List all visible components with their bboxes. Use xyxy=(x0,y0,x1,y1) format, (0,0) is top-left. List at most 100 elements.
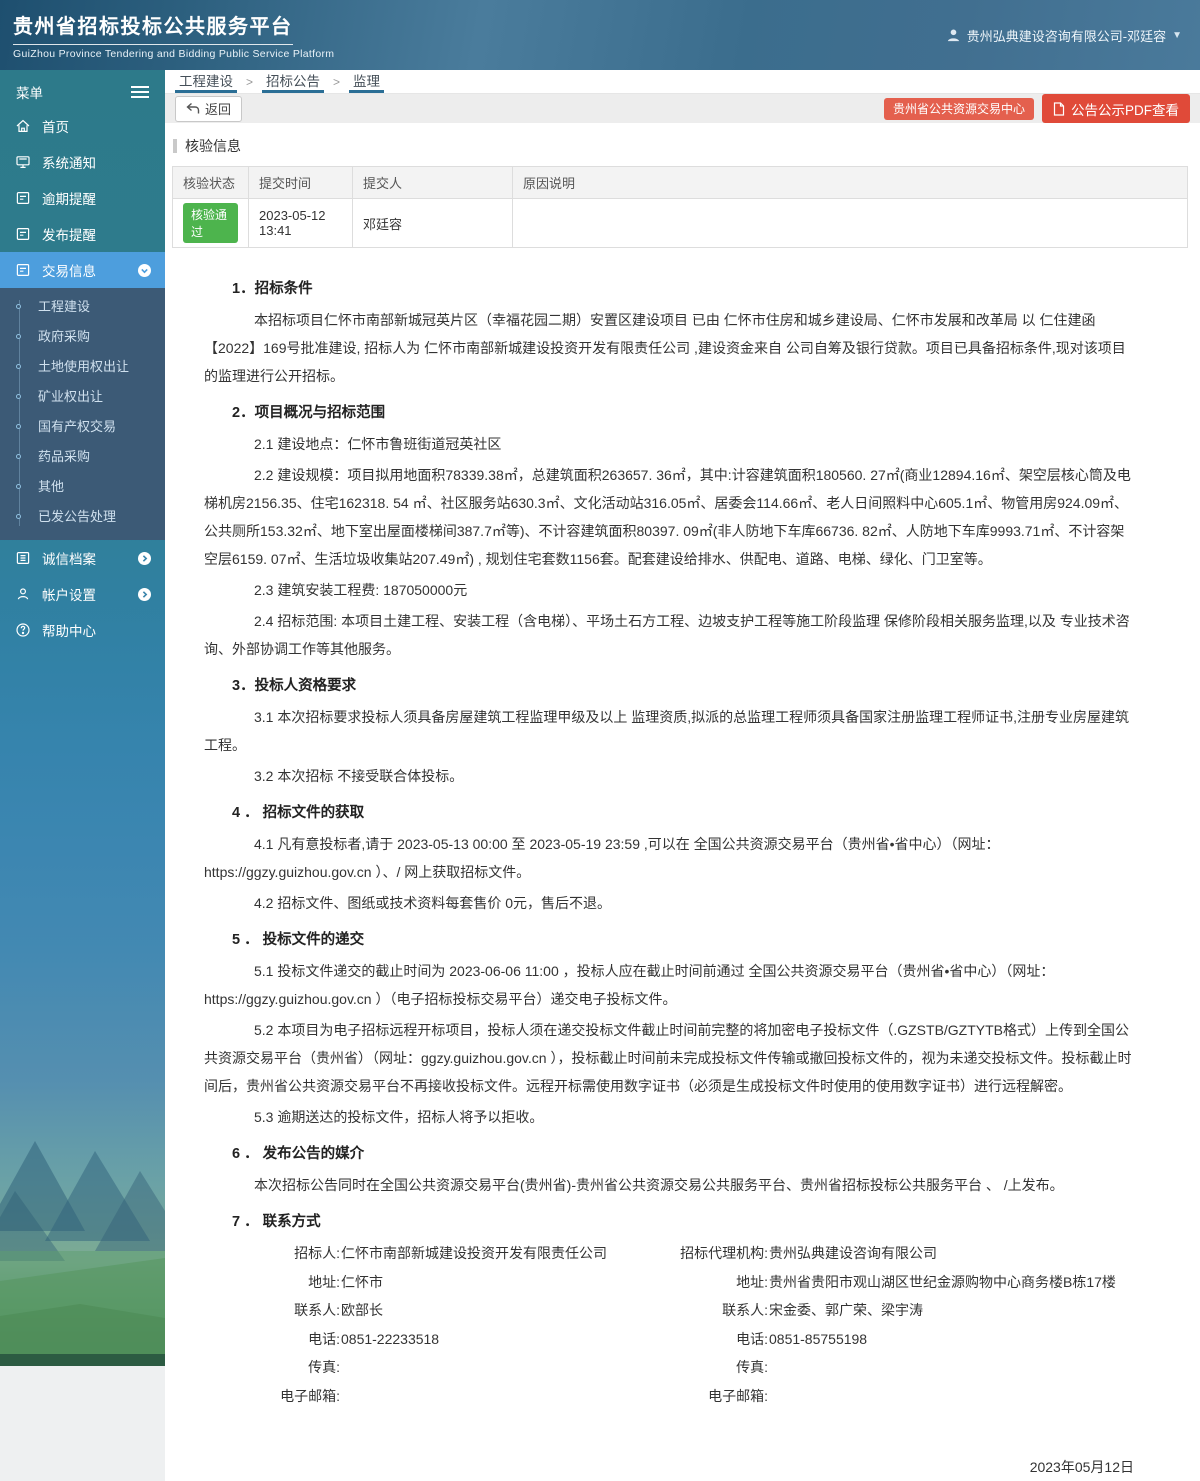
form-icon xyxy=(15,262,31,278)
contact-line: 电话: 0851-22233518 xyxy=(204,1325,640,1354)
submenu-label: 其他 xyxy=(38,479,65,494)
hamburger-icon[interactable] xyxy=(131,85,149,99)
submenu-item-other[interactable]: 其他 xyxy=(0,472,165,502)
breadcrumb-item-construction[interactable]: 工程建设 xyxy=(175,70,237,93)
contact-line: 联系人: 欧部长 xyxy=(204,1296,640,1325)
submenu-label: 工程建设 xyxy=(38,299,91,314)
sidebar-item-credit-archive[interactable]: 诚信档案 xyxy=(0,540,165,576)
user-menu[interactable]: 贵州弘典建设咨询有限公司-邓廷容 ▼ xyxy=(946,26,1200,45)
user-icon xyxy=(946,28,961,43)
doc-heading: 4 ． 招标文件的获取 xyxy=(232,805,365,821)
submenu-item-land-use[interactable]: 土地使用权出让 xyxy=(0,352,165,382)
toolbar: 返回 贵州省公共资源交易中心 公告公示PDF查看 xyxy=(165,94,1200,123)
sidebar-item-publish-reminder[interactable]: 发布提醒 xyxy=(0,216,165,252)
sidebar-item-label: 帐户设置 xyxy=(42,588,96,603)
bullet-icon xyxy=(16,454,21,459)
list-icon xyxy=(15,550,31,566)
contact-value: 仁怀市南部新城建设投资开发有限责任公司 xyxy=(341,1245,607,1261)
status-badge: 核验通过 xyxy=(183,203,238,243)
contact-value: 仁怀市 xyxy=(341,1273,383,1290)
col-header-submitter: 提交人 xyxy=(352,166,513,199)
section-marker xyxy=(173,139,177,153)
submenu-label: 药品采购 xyxy=(38,449,91,464)
cell-status: 核验通过 xyxy=(172,198,249,248)
contact-value xyxy=(768,1353,1134,1382)
contact-label: 电话: xyxy=(308,1330,340,1347)
sidebar-item-label: 交易信息 xyxy=(42,264,96,279)
app-subtitle: GuiZhou Province Tendering and Bidding P… xyxy=(13,48,335,60)
contact-value: 宋金委、郭广荣、梁宇涛 xyxy=(769,1302,923,1318)
contact-value xyxy=(768,1382,1134,1411)
section-title-text: 核验信息 xyxy=(185,138,241,154)
submenu-item-mining-rights[interactable]: 矿业权出让 xyxy=(0,382,165,412)
submenu-item-state-property[interactable]: 国有产权交易 xyxy=(0,412,165,442)
sidebar-item-trade-info[interactable]: 交易信息 xyxy=(0,252,165,288)
sidebar-item-account-settings[interactable]: 帐户设置 xyxy=(0,576,165,612)
chevron-right-circle-icon xyxy=(138,551,151,565)
contact-label: 招标代理机构: xyxy=(680,1245,768,1261)
page: 贵州省招标投标公共服务平台 GuiZhou Province Tendering… xyxy=(0,0,1200,1481)
cell-time: 2023-05-12 13:41 xyxy=(248,198,353,248)
contact-value: 0851-85755198 xyxy=(769,1330,868,1347)
doc-paragraph: 2.4 招标范围: 本项目土建工程、安装工程（含电梯）、平场土石方工程、边坡支护… xyxy=(204,613,1130,657)
shell: 菜单 首页 系统通知 逾期提醒 发布提醒 交易信息 工程建设 政府采购 土地使用… xyxy=(0,70,1200,1481)
contact-value: 贵州省贵阳市观山湖区世纪金源购物中心商务楼B栋17楼 xyxy=(769,1273,1116,1290)
doc-paragraph: 4.1 凡有意投标者,请于 2023-05-13 00:00 至 2023-05… xyxy=(204,836,1000,880)
sidebar-item-label: 帮助中心 xyxy=(42,624,96,639)
breadcrumb-item-tender-notice[interactable]: 招标公告 xyxy=(262,70,325,93)
contact-line: 联系人: 宋金委、郭广荣、梁宇涛 xyxy=(640,1296,1134,1325)
person-icon xyxy=(15,586,31,602)
home-icon xyxy=(15,118,31,134)
bullet-icon xyxy=(16,484,21,489)
notice-document: 1．招标条件 本招标项目仁怀市南部新城冠英片区（幸福花园二期）安置区建设项目 已… xyxy=(204,276,1134,1481)
sidebar-submenu: 工程建设 政府采购 土地使用权出让 矿业权出让 国有产权交易 药品采购 其他 已… xyxy=(0,288,165,540)
contact-label: 联系人: xyxy=(294,1302,340,1318)
submenu-label: 矿业权出让 xyxy=(38,389,104,404)
back-button[interactable]: 返回 xyxy=(175,95,243,122)
contact-value: 贵州弘典建设咨询有限公司 xyxy=(769,1245,937,1261)
form-icon xyxy=(15,226,31,242)
submenu-item-construction[interactable]: 工程建设 xyxy=(0,292,165,322)
contact-label: 电话: xyxy=(736,1330,768,1347)
submenu-item-drug-procurement[interactable]: 药品采购 xyxy=(0,442,165,472)
sidebar-item-overdue-reminder[interactable]: 逾期提醒 xyxy=(0,180,165,216)
doc-paragraph: 本次招标公告同时在全国公共资源交易平台(贵州省)-贵州省公共资源交易公共服务平台… xyxy=(254,1177,1064,1193)
submenu-item-gov-procurement[interactable]: 政府采购 xyxy=(0,322,165,352)
doc-paragraph: 5.3 逾期送达的投标文件，招标人将予以拒收。 xyxy=(254,1109,544,1125)
bullet-icon xyxy=(16,394,21,399)
sidebar-item-notices[interactable]: 系统通知 xyxy=(0,144,165,180)
tenderer-contact-column: 招标人: 仁怀市南部新城建设投资开发有限责任公司 地址: 仁怀市 联系人: 欧部长 电… xyxy=(204,1239,640,1410)
user-name: 贵州弘典建设咨询有限公司-邓廷容 xyxy=(966,28,1167,44)
chevron-down-icon: ▼ xyxy=(1172,29,1182,41)
bullet-icon xyxy=(16,514,21,519)
pdf-file-icon xyxy=(1053,101,1065,116)
sidebar-landscape-image xyxy=(0,1141,165,1366)
contact-value xyxy=(340,1353,640,1382)
doc-paragraph: 4.2 招标文件、图纸或技术资料每套售价 0元，售后不退。 xyxy=(254,895,612,911)
contact-line: 传真: xyxy=(204,1353,640,1382)
sidebar-item-home[interactable]: 首页 xyxy=(0,108,165,144)
chevron-down-circle-icon xyxy=(138,263,151,277)
doc-heading: 5 ． 投标文件的递交 xyxy=(232,932,365,948)
breadcrumb-item-supervision[interactable]: 监理 xyxy=(349,70,385,93)
sidebar-item-help-center[interactable]: 帮助中心 xyxy=(0,612,165,648)
sidebar-item-label: 诚信档案 xyxy=(42,552,96,567)
form-icon xyxy=(15,190,31,206)
doc-paragraph: 5.1 投标文件递交的截止时间为 2023-06-06 11:00 ，投标人应在… xyxy=(204,963,1055,1007)
toolbar-right: 贵州省公共资源交易中心 公告公示PDF查看 xyxy=(883,94,1190,123)
contact-line: 招标代理机构: 贵州弘典建设咨询有限公司 xyxy=(640,1239,1134,1268)
submenu-item-published-notices[interactable]: 已发公告处理 xyxy=(0,502,165,532)
contact-label: 招标人: xyxy=(294,1245,340,1261)
contact-info: 招标人: 仁怀市南部新城建设投资开发有限责任公司 地址: 仁怀市 联系人: 欧部长 电… xyxy=(204,1239,1134,1410)
breadcrumb-separator: > xyxy=(333,74,341,89)
doc-paragraph: 5.2 本项目为电子招标远程开标项目，投标人须在递交投标文件截止时间前完整的将加… xyxy=(204,1022,1132,1094)
brand: 贵州省招标投标公共服务平台 GuiZhou Province Tendering… xyxy=(0,10,334,60)
doc-paragraph: 3.2 本次招标 不接受联合体投标。 xyxy=(254,768,464,784)
bullet-icon xyxy=(16,424,21,429)
pdf-view-button[interactable]: 公告公示PDF查看 xyxy=(1042,94,1190,123)
contact-value: 0851-22233518 xyxy=(341,1330,440,1347)
col-header-time: 提交时间 xyxy=(248,166,353,199)
contact-line: 地址: 仁怀市 xyxy=(204,1268,640,1297)
cell-reason xyxy=(512,198,1188,248)
resource-center-button[interactable]: 贵州省公共资源交易中心 xyxy=(883,97,1034,120)
